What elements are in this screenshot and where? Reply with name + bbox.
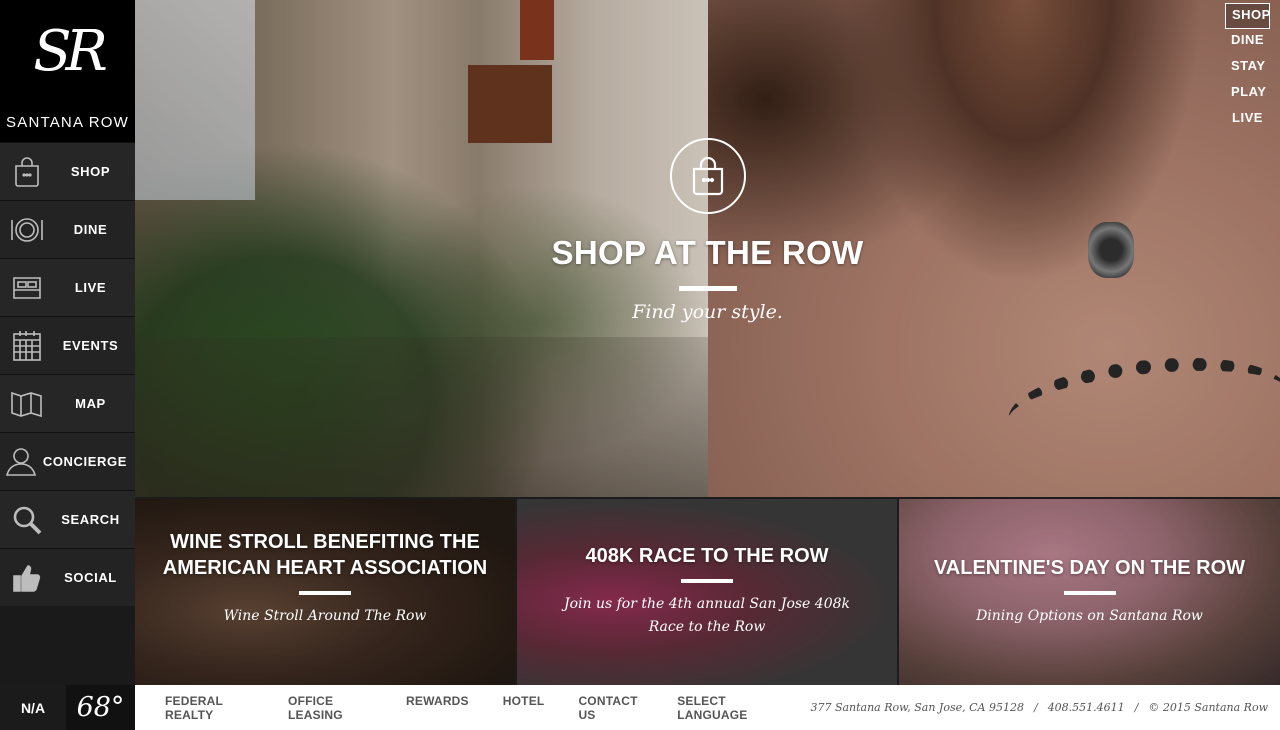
brand-name: SANTANA ROW [6, 114, 129, 131]
footer-link-federal-realty[interactable]: FEDERAL REALTY [165, 694, 254, 722]
event-tile-subtitle: Join us for the 4th annual San Jose 408k… [563, 596, 850, 635]
sidebar-item-label: MAP [75, 396, 106, 411]
shopping-bag-icon [0, 143, 54, 201]
plate-icon [0, 201, 54, 259]
sidebar-item-live[interactable]: LIVE [0, 258, 135, 316]
sidebar-item-label: CONCIERGE [42, 454, 127, 469]
top-nav-play[interactable]: PLAY [1225, 81, 1270, 107]
top-nav-shop[interactable]: SHOP [1225, 3, 1270, 29]
sidebar-item-label: SEARCH [61, 512, 120, 527]
hero-content: SHOP AT THE ROW Find your style. [135, 138, 1280, 323]
footer-link-contact-us[interactable]: CONTACT US [578, 694, 643, 722]
shopping-bag-icon [669, 138, 746, 214]
footer-link-office-leasing[interactable]: OFFICE LEASING [288, 694, 372, 722]
top-nav-stay[interactable]: STAY [1225, 55, 1270, 81]
sidebar: SR SANTANA ROW SHOP DINE LIVE EVENTS MAP [0, 0, 135, 685]
hero-banner[interactable]: SHOP AT THE ROW Find your style. SHOP DI… [135, 0, 1280, 497]
sidebar-item-events[interactable]: EVENTS [0, 316, 135, 374]
footer-address: 377 Santana Row, San Jose, CA 95128 [810, 701, 1024, 714]
sidebar-item-shop[interactable]: SHOP [0, 142, 135, 200]
search-icon [0, 491, 54, 549]
weather-temperature: 68° [76, 692, 125, 723]
sidebar-item-search[interactable]: SEARCH [0, 490, 135, 548]
event-tile-title: WINE STROLL BENEFITING THE AMERICAN HEAR… [162, 531, 488, 579]
hero-title: SHOP AT THE ROW [551, 234, 864, 271]
footer-link-hotel[interactable]: HOTEL [503, 694, 545, 722]
footer-link-rewards[interactable]: REWARDS [406, 694, 469, 722]
map-icon [0, 375, 54, 433]
footer-copyright: © 2015 Santana Row [1148, 701, 1268, 714]
event-tile-divider [1063, 591, 1116, 595]
weather-widget: N/A 68° [0, 685, 135, 730]
event-tile-divider [681, 579, 733, 583]
event-tile-divider [299, 591, 351, 595]
sidebar-item-label: DINE [73, 222, 108, 237]
footer-links: FEDERAL REALTY OFFICE LEASING REWARDS HO… [135, 694, 810, 722]
person-icon [0, 433, 43, 491]
footer-phone[interactable]: 408.551.4611 [1048, 701, 1125, 714]
footer-info: 377 Santana Row, San Jose, CA 95128/408.… [810, 701, 1268, 714]
weather-condition: N/A [0, 685, 66, 730]
top-nav: SHOP DINE STAY PLAY LIVE [1225, 3, 1270, 133]
footer-link-select-language[interactable]: SELECT LANGUAGE [677, 694, 776, 722]
logo-monogram: SR [33, 19, 107, 84]
bed-icon [0, 259, 54, 317]
sidebar-item-dine[interactable]: DINE [0, 200, 135, 258]
sidebar-item-map[interactable]: MAP [0, 374, 135, 432]
hero-divider [678, 286, 737, 291]
hero-subtitle: Find your style. [632, 301, 783, 323]
event-tile-valentines[interactable]: VALENTINE'S DAY ON THE ROW Dining Option… [899, 499, 1280, 685]
footer: FEDERAL REALTY OFFICE LEASING REWARDS HO… [135, 685, 1280, 730]
calendar-icon [0, 317, 54, 375]
sidebar-item-label: SOCIAL [64, 570, 117, 585]
thumbs-up-icon [0, 549, 54, 607]
event-tile-title: 408K RACE TO THE ROW [585, 545, 829, 567]
event-tile-subtitle: Dining Options on Santana Row [976, 608, 1203, 624]
event-tile-wine-stroll[interactable]: WINE STROLL BENEFITING THE AMERICAN HEAR… [135, 499, 515, 685]
event-tile-title: VALENTINE'S DAY ON THE ROW [933, 557, 1246, 579]
event-tile-408k-race[interactable]: 408K RACE TO THE ROW Join us for the 4th… [517, 499, 897, 685]
sidebar-item-label: SHOP [70, 164, 111, 179]
sidebar-item-label: LIVE [74, 280, 107, 295]
sidebar-item-label: EVENTS [62, 338, 119, 353]
top-nav-dine[interactable]: DINE [1225, 29, 1270, 55]
logo[interactable]: SR SANTANA ROW [0, 0, 135, 142]
event-tile-subtitle: Wine Stroll Around The Row [223, 608, 427, 624]
sidebar-item-concierge[interactable]: CONCIERGE [0, 432, 135, 490]
top-nav-live[interactable]: LIVE [1225, 107, 1270, 133]
sidebar-item-social[interactable]: SOCIAL [0, 548, 135, 606]
